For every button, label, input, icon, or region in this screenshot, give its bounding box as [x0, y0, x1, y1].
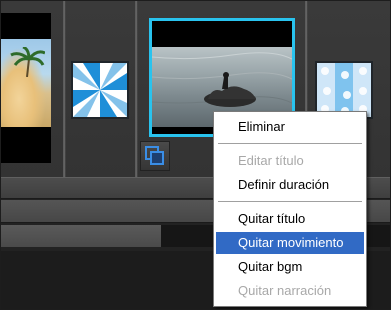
clip-thumbnail-beach[interactable] — [1, 13, 51, 163]
menu-item-editar-titulo: Editar título — [238, 153, 304, 168]
beach-photo — [1, 39, 51, 127]
pattern-transition-icon — [317, 63, 371, 117]
menu-item-quitar-movimiento[interactable]: Quitar movimiento — [216, 232, 364, 254]
menu-separator — [218, 201, 362, 202]
storyboard-divider — [63, 1, 66, 177]
storyboard-divider — [135, 1, 138, 177]
palm-tree-icon — [10, 47, 45, 77]
clip-options-button[interactable] — [140, 141, 170, 171]
video-editor-window: Eliminar Editar título Definir duración … — [0, 0, 391, 310]
timeline-track-clip[interactable] — [1, 225, 161, 247]
pinwheel-transition-icon — [73, 63, 127, 117]
overlapping-squares-icon — [145, 146, 164, 165]
menu-item-quitar-bgm[interactable]: Quitar bgm — [216, 256, 364, 278]
menu-item-eliminar[interactable]: Eliminar — [216, 116, 364, 138]
context-menu: Eliminar Editar título Definir duración … — [213, 111, 367, 307]
menu-separator — [218, 143, 362, 144]
menu-item-quitar-narracion: Quitar narración — [238, 283, 332, 298]
menu-item-quitar-titulo[interactable]: Quitar título — [216, 208, 364, 230]
transition-pinwheel-tile[interactable] — [71, 61, 129, 119]
menu-item-definir-duracion[interactable]: Definir duración — [216, 174, 364, 196]
